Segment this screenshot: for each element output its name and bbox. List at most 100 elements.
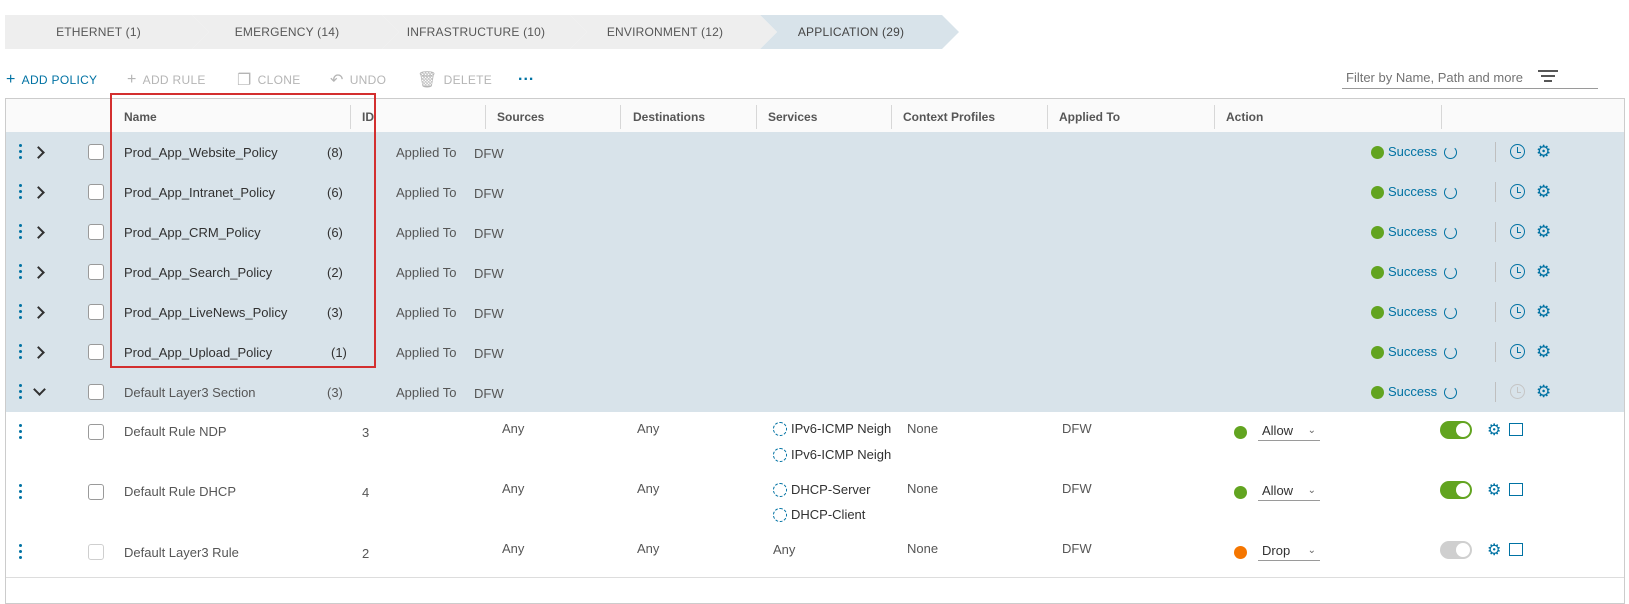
- gear-icon[interactable]: ⚙: [1536, 343, 1551, 360]
- tab-application[interactable]: APPLICATION (29): [760, 15, 959, 49]
- policy-row[interactable]: Prod_App_Website_Policy (8) Applied To D…: [6, 132, 1624, 173]
- chevron-right-icon[interactable]: [32, 306, 45, 319]
- action-select[interactable]: Drop ⌄: [1258, 541, 1320, 561]
- add-rule-button[interactable]: + ADD RULE: [127, 71, 206, 89]
- rule-destinations[interactable]: Any: [637, 541, 659, 556]
- history-icon[interactable]: [1510, 144, 1525, 159]
- gear-icon[interactable]: ⚙: [1487, 542, 1501, 559]
- rule-enabled-toggle[interactable]: [1440, 541, 1472, 559]
- history-icon[interactable]: [1510, 184, 1525, 199]
- kebab-icon[interactable]: [19, 264, 22, 282]
- undo-button[interactable]: ↶ UNDO: [330, 71, 386, 89]
- refresh-icon[interactable]: [1444, 266, 1457, 279]
- row-checkbox[interactable]: [88, 144, 104, 160]
- col-services[interactable]: Services: [768, 99, 817, 135]
- rule-sources[interactable]: Any: [502, 421, 524, 436]
- tab-ethernet[interactable]: ETHERNET (1): [5, 15, 209, 49]
- refresh-icon[interactable]: [1444, 386, 1457, 399]
- applied-to-value[interactable]: DFW: [474, 346, 504, 361]
- gear-icon[interactable]: ⚙: [1536, 263, 1551, 280]
- gear-icon[interactable]: ⚙: [1536, 303, 1551, 320]
- policy-row[interactable]: Prod_App_Search_Policy (2) Applied To DF…: [6, 252, 1624, 293]
- rule-enabled-toggle[interactable]: [1440, 481, 1472, 499]
- col-name[interactable]: Name: [124, 99, 157, 135]
- kebab-icon[interactable]: [19, 224, 22, 242]
- stats-chart-icon[interactable]: [1509, 423, 1523, 436]
- chevron-right-icon[interactable]: [32, 146, 45, 159]
- refresh-icon[interactable]: [1444, 226, 1457, 239]
- service-item[interactable]: IPv6-ICMP Neigh: [773, 421, 891, 436]
- kebab-icon[interactable]: [19, 424, 22, 442]
- applied-to-value[interactable]: DFW: [474, 146, 504, 161]
- stats-chart-icon[interactable]: [1509, 543, 1523, 556]
- add-policy-button[interactable]: + ADD POLICY: [6, 71, 97, 89]
- action-select[interactable]: Allow ⌄: [1258, 481, 1320, 501]
- applied-to-value[interactable]: DFW: [474, 306, 504, 321]
- stats-chart-icon[interactable]: [1509, 483, 1523, 496]
- row-checkbox[interactable]: [88, 264, 104, 280]
- more-button[interactable]: ...: [518, 67, 534, 85]
- rule-destinations[interactable]: Any: [637, 481, 659, 496]
- chevron-right-icon[interactable]: [32, 346, 45, 359]
- tab-infrastructure[interactable]: INFRASTRUCTURE (10): [382, 15, 587, 49]
- rule-sources[interactable]: Any: [502, 481, 524, 496]
- delete-button[interactable]: 🗑 DELETE: [417, 71, 492, 89]
- refresh-icon[interactable]: [1444, 146, 1457, 159]
- rule-name[interactable]: Default Rule DHCP: [124, 484, 236, 499]
- kebab-icon[interactable]: [19, 484, 22, 502]
- kebab-icon[interactable]: [19, 184, 22, 202]
- rule-name[interactable]: Default Layer3 Rule: [124, 545, 239, 560]
- row-checkbox[interactable]: [88, 484, 104, 500]
- refresh-icon[interactable]: [1444, 306, 1457, 319]
- row-checkbox[interactable]: [88, 344, 104, 360]
- row-checkbox[interactable]: [88, 184, 104, 200]
- filter-lines-icon[interactable]: [1538, 70, 1558, 82]
- applied-to-value[interactable]: DFW: [474, 226, 504, 241]
- applied-to-value[interactable]: DFW: [474, 386, 504, 401]
- rule-context-profiles[interactable]: None: [907, 541, 938, 556]
- service-item[interactable]: IPv6-ICMP Neigh: [773, 447, 891, 462]
- policy-row[interactable]: Prod_App_Intranet_Policy (6) Applied To …: [6, 172, 1624, 213]
- rule-row[interactable]: Default Layer3 Rule 2 Any Any Any None D…: [6, 532, 1624, 578]
- rule-row[interactable]: Default Rule NDP 3 Any Any IPv6-ICMP Nei…: [6, 412, 1624, 473]
- policy-row[interactable]: Prod_App_LiveNews_Policy (3) Applied To …: [6, 292, 1624, 333]
- applied-to-value[interactable]: DFW: [474, 266, 504, 281]
- rule-applied-to[interactable]: DFW: [1062, 481, 1092, 496]
- history-icon[interactable]: [1510, 264, 1525, 279]
- history-icon[interactable]: [1510, 224, 1525, 239]
- tab-environment[interactable]: ENVIRONMENT (12): [570, 15, 777, 49]
- col-action[interactable]: Action: [1226, 99, 1263, 135]
- gear-icon[interactable]: ⚙: [1487, 482, 1501, 499]
- rule-row[interactable]: Default Rule DHCP 4 Any Any DHCP-Server …: [6, 472, 1624, 533]
- gear-icon[interactable]: ⚙: [1536, 223, 1551, 240]
- rule-applied-to[interactable]: DFW: [1062, 541, 1092, 556]
- chevron-right-icon[interactable]: [32, 186, 45, 199]
- rule-applied-to[interactable]: DFW: [1062, 421, 1092, 436]
- refresh-icon[interactable]: [1444, 346, 1457, 359]
- kebab-icon[interactable]: [19, 384, 22, 402]
- rule-sources[interactable]: Any: [502, 541, 524, 556]
- row-checkbox[interactable]: [88, 224, 104, 240]
- history-icon[interactable]: [1510, 344, 1525, 359]
- tab-emergency[interactable]: EMERGENCY (14): [192, 15, 399, 49]
- service-item[interactable]: DHCP-Client: [773, 507, 865, 522]
- col-sources[interactable]: Sources: [497, 99, 544, 135]
- col-id[interactable]: ID: [362, 99, 374, 135]
- gear-icon[interactable]: ⚙: [1536, 383, 1551, 400]
- rule-services[interactable]: Any: [773, 542, 795, 557]
- col-context-profiles[interactable]: Context Profiles: [903, 99, 995, 135]
- row-checkbox[interactable]: [88, 424, 104, 440]
- action-select[interactable]: Allow ⌄: [1258, 421, 1320, 441]
- col-destinations[interactable]: Destinations: [633, 99, 705, 135]
- gear-icon[interactable]: ⚙: [1536, 183, 1551, 200]
- policy-row[interactable]: Prod_App_Upload_Policy (1) Applied To DF…: [6, 332, 1624, 373]
- policy-row[interactable]: Default Layer3 Section (3) Applied To DF…: [6, 372, 1624, 413]
- refresh-icon[interactable]: [1444, 186, 1457, 199]
- rule-enabled-toggle[interactable]: [1440, 421, 1472, 439]
- rule-context-profiles[interactable]: None: [907, 421, 938, 436]
- policy-row[interactable]: Prod_App_CRM_Policy (6) Applied To DFW S…: [6, 212, 1624, 253]
- chevron-right-icon[interactable]: [32, 266, 45, 279]
- chevron-down-icon[interactable]: [33, 383, 46, 396]
- history-icon[interactable]: [1510, 304, 1525, 319]
- rule-destinations[interactable]: Any: [637, 421, 659, 436]
